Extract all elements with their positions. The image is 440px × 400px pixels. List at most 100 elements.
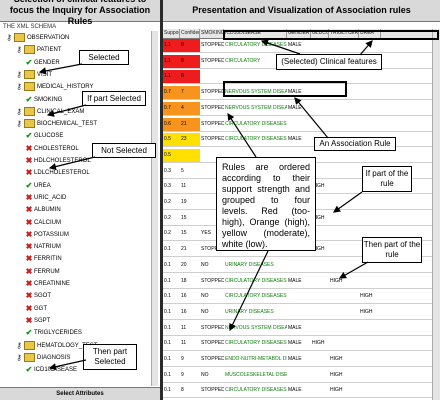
- cross-icon[interactable]: ✖: [24, 154, 34, 167]
- cross-icon[interactable]: ✖: [24, 228, 34, 241]
- tree-item[interactable]: ✖ CALCIUM: [24, 216, 61, 229]
- tree-item[interactable]: ⚷ CLINICAL_EXAM: [14, 105, 84, 118]
- tree-item[interactable]: ✔ SMOKING: [24, 93, 63, 106]
- key-icon[interactable]: ⚷: [14, 105, 24, 118]
- cell-support: 0.7: [163, 101, 180, 115]
- tree-item[interactable]: ⚷ PATIENT: [14, 43, 61, 56]
- cell-confidence: 16: [180, 305, 200, 319]
- key-icon[interactable]: ⚷: [14, 117, 24, 130]
- rule-row[interactable]: 0.111STOPPEDNERVOUS SYSTEM DISEASESMALE: [163, 321, 433, 336]
- cross-icon[interactable]: ✖: [24, 191, 34, 204]
- cross-icon[interactable]: ✖: [24, 216, 34, 229]
- folder-icon: [24, 82, 35, 92]
- checkmark-icon[interactable]: ✔: [24, 179, 34, 192]
- cell-trig: [329, 259, 359, 272]
- checkmark-icon[interactable]: ✔: [24, 363, 34, 376]
- cell-disease: CIRCULATORY DISEASES: [225, 387, 287, 394]
- tree-item[interactable]: ✔ GLUCOSE: [24, 129, 64, 142]
- cross-icon[interactable]: ✖: [24, 166, 34, 179]
- key-icon[interactable]: ⚷: [14, 80, 24, 93]
- cell-support: 0.3: [163, 180, 180, 194]
- key-icon[interactable]: ⚷: [14, 339, 24, 352]
- checkmark-icon[interactable]: ✔: [24, 93, 34, 106]
- tree-item[interactable]: ✖ NATRIUM: [24, 240, 61, 253]
- tree-item-label: PATIENT: [37, 47, 62, 54]
- tree-item[interactable]: ⚷ VISIT: [14, 68, 52, 81]
- tree-item[interactable]: ✖ ALBUMIN: [24, 203, 61, 216]
- rule-row[interactable]: 0.6 21 STOPPED CIRCULATORY DISEASES: [163, 117, 433, 132]
- tree-item[interactable]: ✔ GENDER: [24, 56, 60, 69]
- tree-item-label: SMOKING: [34, 96, 63, 103]
- folder-icon: [24, 340, 35, 350]
- cell-disease: CIRCULATORY DISEASES: [225, 42, 287, 48]
- tree-item[interactable]: ✖ SGPT: [24, 314, 51, 327]
- tree-item[interactable]: ✔ TRIGLYCERIDES: [24, 326, 82, 339]
- tree-item-label: VISIT: [37, 71, 53, 78]
- cell-gender: [287, 369, 311, 382]
- tree-item[interactable]: ✖ FERRITIN: [24, 252, 62, 265]
- cell-trig: HIGH: [330, 356, 343, 362]
- checkmark-icon[interactable]: ✔: [24, 129, 34, 142]
- cell-urea: [359, 70, 381, 83]
- cross-icon[interactable]: ✖: [24, 240, 34, 253]
- cross-icon[interactable]: ✖: [24, 265, 34, 278]
- cell-gender: [287, 306, 311, 319]
- tree-item[interactable]: ✔ UREA: [24, 179, 51, 192]
- cell-disease: NERVOUS SYSTEM DISEASES: [225, 324, 287, 331]
- cell-support: 0.2: [163, 211, 180, 225]
- cell-confidence: 9: [180, 353, 200, 366]
- tree-item[interactable]: ✖ LDLCHOLESTEROL: [24, 166, 90, 179]
- tree-item-label: ICD10DISEASE: [34, 367, 78, 374]
- cell-urea: HIGH: [360, 308, 373, 315]
- column-header[interactable]: Support %: [163, 29, 180, 38]
- rule-row[interactable]: 0.1 16 NO CIRCULATORY DISEASES HIGH: [163, 290, 433, 305]
- cross-icon[interactable]: ✖: [24, 277, 34, 290]
- rule-row[interactable]: 0.1 11 STOPPED CIRCULATORY DISEASES MALE HIGH: [163, 337, 433, 352]
- cell-support: 0.1: [163, 290, 180, 304]
- cross-icon[interactable]: ✖: [24, 203, 34, 216]
- tree-item[interactable]: ✖ FERRUM: [24, 265, 60, 278]
- cell-confidence: 20: [180, 258, 200, 272]
- rule-row[interactable]: 0.19NO MUSCOLESKELETAL DISEASES HIGH: [163, 368, 433, 383]
- cross-icon[interactable]: ✖: [24, 314, 34, 327]
- key-icon[interactable]: ⚷: [14, 68, 24, 81]
- tree-item[interactable]: ✖ POTASSIUM: [24, 228, 69, 241]
- cross-icon[interactable]: ✖: [24, 289, 34, 302]
- tree-scrollbar[interactable]: [151, 31, 158, 386]
- tree-item[interactable]: ✖ SGOT: [24, 289, 51, 302]
- rule-row[interactable]: 1.1 8 STOPPED CIRCULATORY DISEASES MALE: [163, 39, 433, 53]
- tree-item[interactable]: ✖ CREATININE: [24, 277, 70, 290]
- key-icon[interactable]: ⚷: [14, 351, 24, 364]
- tree-item[interactable]: ✖ URIC_ACID: [24, 191, 67, 204]
- cell-disease: CIRCULATORY DISEASES: [225, 277, 287, 284]
- rule-row[interactable]: 0.1 18 STOPPED CIRCULATORY DISEASES MALE HIGH: [163, 274, 433, 289]
- tree-item[interactable]: ✖ GGT: [24, 302, 47, 315]
- rule-row[interactable]: 0.74STOPPEDNERVOUS SYSTEM DISEASESMALE: [163, 101, 433, 116]
- select-attributes-button[interactable]: Select Attributes: [0, 387, 160, 400]
- rule-row[interactable]: 0.1 16 NO URINARY DISEASES HIGH: [163, 305, 433, 320]
- checkmark-icon[interactable]: ✔: [24, 326, 34, 339]
- tree-item[interactable]: ✔ ICD10DISEASE: [24, 363, 77, 376]
- cell-smoking: STOPPED: [201, 324, 224, 331]
- tree-item[interactable]: ✖ CHOLESTEROL: [24, 142, 79, 155]
- checkmark-icon[interactable]: ✔: [24, 56, 34, 69]
- column-header[interactable]: Confidence %: [180, 29, 200, 38]
- tree-item[interactable]: ⚷ OBSERVATION: [4, 31, 69, 44]
- rule-row[interactable]: 0.19STOPPEDENDO-NUTRI-METABOL DISEASESMA…: [163, 353, 433, 367]
- cross-icon[interactable]: ✖: [24, 302, 34, 315]
- cell-confidence: 23: [180, 133, 200, 147]
- tree-item[interactable]: ⚷ BIOCHEMICAL_TEST: [14, 117, 97, 130]
- cell-smoking: STOPPED: [201, 120, 224, 127]
- tree-item[interactable]: ✖ HDLCHOLESTEROL: [24, 154, 91, 167]
- cell-disease: CIRCULATORY DISEASES: [225, 120, 287, 127]
- cross-icon[interactable]: ✖: [24, 252, 34, 265]
- cross-icon[interactable]: ✖: [24, 142, 34, 155]
- column-header[interactable]: SMOKING: [200, 29, 224, 38]
- key-icon[interactable]: ⚷: [14, 43, 24, 56]
- tree-item[interactable]: ⚷ DIAGNOSIS: [14, 351, 70, 364]
- key-icon[interactable]: ⚷: [4, 31, 14, 44]
- cell-support: 0.1: [163, 384, 180, 398]
- cell-glucose: HIGH: [312, 340, 325, 347]
- rule-row[interactable]: 0.1 8 STOPPED CIRCULATORY DISEASES MALE HIGH: [163, 384, 433, 399]
- table-scrollbar[interactable]: [432, 29, 440, 400]
